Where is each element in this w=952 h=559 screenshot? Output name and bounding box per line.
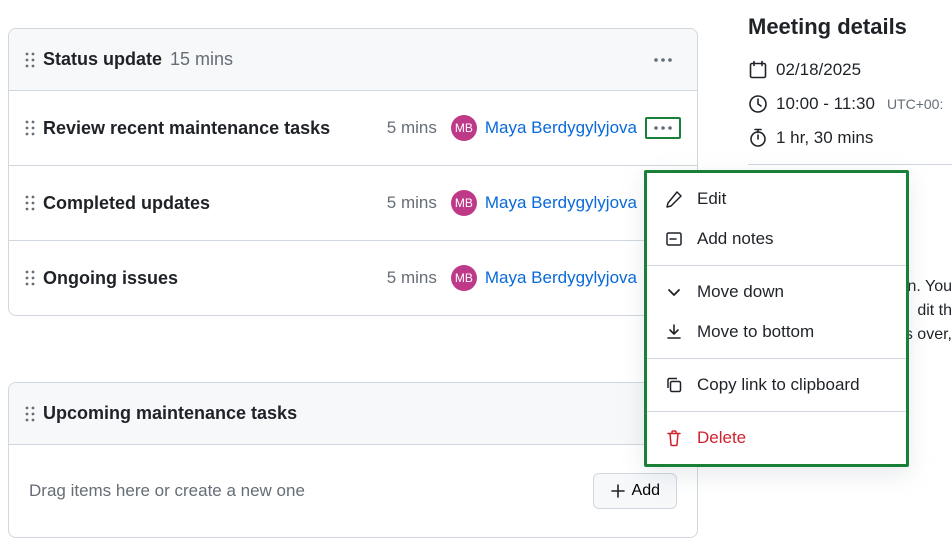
avatar: MB xyxy=(451,265,477,291)
agenda-header: Status update 15 mins xyxy=(9,29,697,91)
agenda-item-title: Review recent maintenance tasks xyxy=(43,118,379,139)
menu-item-delete[interactable]: Delete xyxy=(647,418,906,458)
details-heading: Meeting details xyxy=(748,14,952,40)
calendar-icon xyxy=(748,60,768,80)
agenda-item: Review recent maintenance tasks 5 mins M… xyxy=(9,91,697,166)
kebab-menu-button[interactable] xyxy=(645,117,681,139)
details-date: 02/18/2025 xyxy=(776,60,861,80)
agenda-item-duration: 5 mins xyxy=(387,268,437,288)
note-icon xyxy=(665,230,683,248)
drop-hint: Drag items here or create a new one xyxy=(29,481,593,501)
drag-handle-icon[interactable] xyxy=(25,120,35,136)
drag-handle-icon[interactable] xyxy=(25,52,35,68)
presenter-link[interactable]: Maya Berdygylyjova xyxy=(485,118,637,138)
menu-item-label: Copy link to clipboard xyxy=(697,375,860,395)
agenda-duration: 15 mins xyxy=(170,49,233,70)
add-button-label: Add xyxy=(632,482,660,500)
menu-item-label: Delete xyxy=(697,428,746,448)
upcoming-card: Upcoming maintenance tasks Drag items he… xyxy=(8,382,698,538)
move-to-bottom-icon xyxy=(665,323,683,341)
menu-item-move-bottom[interactable]: Move to bottom xyxy=(647,312,906,352)
agenda-item: Ongoing issues 5 mins MB Maya Berdygylyj… xyxy=(9,241,697,315)
clock-icon xyxy=(748,94,768,114)
chevron-down-icon xyxy=(665,283,683,301)
agenda-item-title: Completed updates xyxy=(43,193,379,214)
add-button[interactable]: Add xyxy=(593,473,677,509)
agenda-item: Completed updates 5 mins MB Maya Berdygy… xyxy=(9,166,697,241)
presenter-link[interactable]: Maya Berdygylyjova xyxy=(485,268,637,288)
details-timezone: UTC+00: xyxy=(887,96,943,112)
drag-handle-icon[interactable] xyxy=(25,195,35,211)
agenda-item-duration: 5 mins xyxy=(387,193,437,213)
stopwatch-icon xyxy=(748,128,768,148)
upcoming-title: Upcoming maintenance tasks xyxy=(43,403,297,424)
pencil-icon xyxy=(665,190,683,208)
plus-icon xyxy=(610,483,626,499)
presenter-link[interactable]: Maya Berdygylyjova xyxy=(485,193,637,213)
menu-item-label: Move down xyxy=(697,282,784,302)
avatar: MB xyxy=(451,190,477,216)
drag-handle-icon[interactable] xyxy=(25,406,35,422)
menu-item-edit[interactable]: Edit xyxy=(647,179,906,219)
menu-item-copy-link[interactable]: Copy link to clipboard xyxy=(647,365,906,405)
context-menu: Edit Add notes Move down Move to bottom … xyxy=(644,170,909,467)
agenda-title: Status update xyxy=(43,49,162,70)
separator xyxy=(748,164,952,165)
menu-item-label: Move to bottom xyxy=(697,322,814,342)
upcoming-header: Upcoming maintenance tasks xyxy=(9,383,697,445)
copy-icon xyxy=(665,376,683,394)
menu-item-label: Edit xyxy=(697,189,726,209)
agenda-item-title: Ongoing issues xyxy=(43,268,379,289)
drop-zone[interactable]: Drag items here or create a new one Add xyxy=(9,445,697,537)
menu-item-move-down[interactable]: Move down xyxy=(647,272,906,312)
avatar: MB xyxy=(451,115,477,141)
details-duration-row: 1 hr, 30 mins xyxy=(748,128,952,148)
details-time-row: 10:00 - 11:30 UTC+00: xyxy=(748,94,952,114)
drag-handle-icon[interactable] xyxy=(25,270,35,286)
trash-icon xyxy=(665,429,683,447)
agenda-list: Status update 15 mins Review recent main… xyxy=(8,28,698,316)
details-date-row: 02/18/2025 xyxy=(748,60,952,80)
menu-item-label: Add notes xyxy=(697,229,774,249)
details-time: 10:00 - 11:30 xyxy=(776,94,875,114)
menu-item-add-notes[interactable]: Add notes xyxy=(647,219,906,259)
kebab-menu-button[interactable] xyxy=(645,53,681,67)
agenda-item-duration: 5 mins xyxy=(387,118,437,138)
details-duration: 1 hr, 30 mins xyxy=(776,128,873,148)
